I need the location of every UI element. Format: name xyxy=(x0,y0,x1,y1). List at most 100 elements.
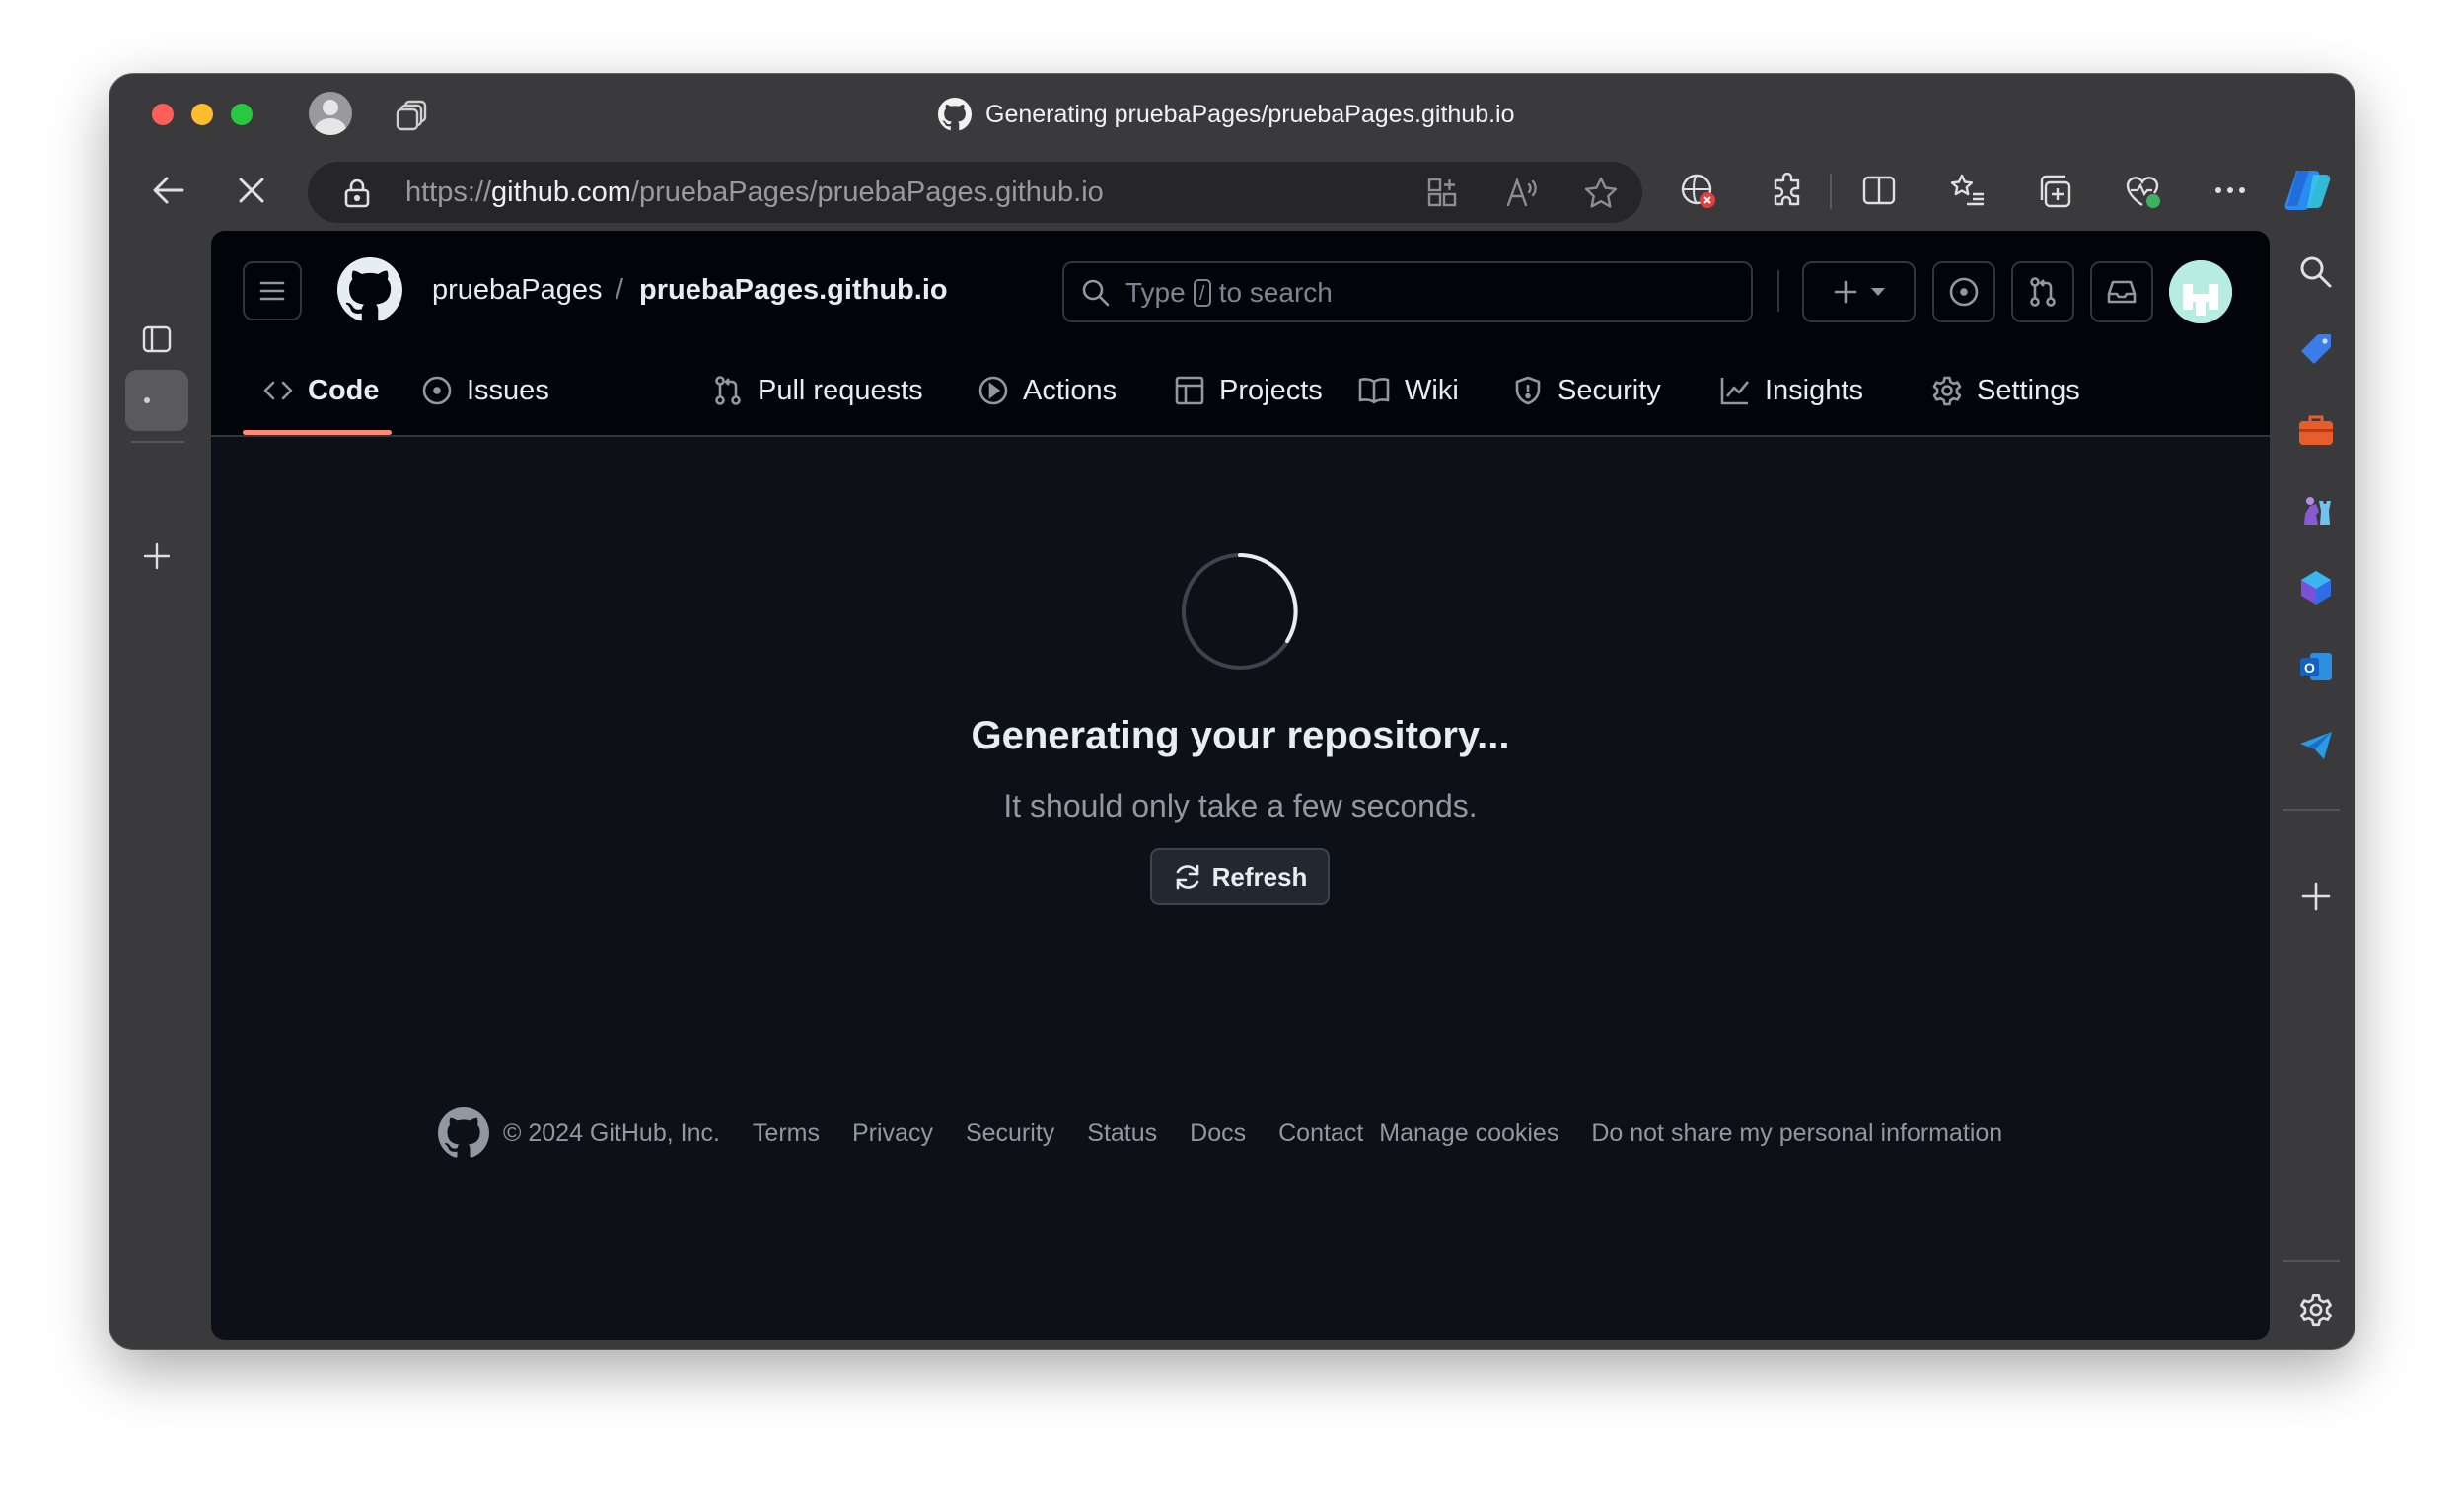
browser-essentials-icon[interactable] xyxy=(2124,173,2163,215)
issues-button[interactable] xyxy=(1932,261,1995,322)
profile-avatar[interactable] xyxy=(309,92,352,135)
shield-icon xyxy=(1515,376,1541,405)
pull-request-icon xyxy=(715,376,741,405)
vertical-tabs-divider xyxy=(131,441,184,443)
close-window-button[interactable] xyxy=(152,104,174,125)
sync-icon xyxy=(1176,864,1198,890)
sidebar-settings-gear-icon[interactable] xyxy=(2292,1286,2340,1333)
shopping-tag-icon[interactable] xyxy=(2292,327,2340,375)
search-input[interactable]: Type / to search xyxy=(1062,261,1753,322)
microsoft-365-icon[interactable] xyxy=(2292,564,2340,611)
play-icon xyxy=(978,376,1008,405)
tab-title-text: Generating pruebaPages/pruebaPages.githu… xyxy=(985,100,1515,128)
user-avatar[interactable] xyxy=(2169,260,2232,323)
favorite-star-icon[interactable] xyxy=(1584,177,1618,213)
tab-code[interactable]: Code xyxy=(262,349,380,432)
search-placeholder: Type / to search xyxy=(1125,277,1333,308)
search-icon xyxy=(1080,277,1112,314)
github-logo-icon[interactable] xyxy=(337,257,402,327)
tab-actions-icon[interactable] xyxy=(394,96,431,138)
footer-link-do-not-share[interactable]: Do not share my personal information xyxy=(1591,1119,2002,1148)
sidebar-bottom-divider xyxy=(2283,1260,2340,1262)
tab-projects[interactable]: Projects xyxy=(1174,349,1323,432)
book-icon xyxy=(1358,378,1390,404)
chevron-down-icon xyxy=(1870,288,1885,296)
inbox-button[interactable] xyxy=(2090,261,2153,322)
header-divider xyxy=(1777,270,1779,312)
toolbar-divider xyxy=(1830,174,1832,209)
repo-owner-link[interactable]: pruebaPages xyxy=(432,274,603,307)
more-options-icon[interactable] xyxy=(2210,173,2250,213)
footer: © 2024 GitHub, Inc. Terms Privacy Securi… xyxy=(438,1107,2002,1159)
sidebar-search-icon[interactable] xyxy=(2292,249,2340,296)
sidebar-add-icon[interactable] xyxy=(2292,873,2340,920)
collections-icon[interactable] xyxy=(2036,173,2073,215)
minimize-window-button[interactable] xyxy=(191,104,213,125)
extensions-puzzle-icon[interactable] xyxy=(1770,172,1805,213)
lock-icon[interactable] xyxy=(343,178,371,213)
plus-icon xyxy=(1834,280,1856,304)
refresh-button[interactable]: Refresh xyxy=(1150,848,1330,905)
code-icon xyxy=(263,381,293,400)
issue-opened-icon xyxy=(422,376,452,405)
github-header: pruebaPages / pruebaPages.github.io Type… xyxy=(211,231,2270,437)
address-bar[interactable]: https://github.com/pruebaPages/pruebaPag… xyxy=(308,162,1642,223)
maximize-window-button[interactable] xyxy=(231,104,253,125)
inbox-icon xyxy=(2107,280,2137,304)
title-bar: Generating pruebaPages/pruebaPages.githu… xyxy=(109,74,2355,153)
stop-loading-button[interactable] xyxy=(234,173,269,213)
active-tab-loading[interactable] xyxy=(125,370,188,431)
footer-link-terms[interactable]: Terms xyxy=(753,1119,820,1148)
vertical-tabs-toggle-icon[interactable] xyxy=(125,309,188,370)
pull-requests-button[interactable] xyxy=(2011,261,2074,322)
sidebar-divider xyxy=(2283,809,2340,811)
issue-opened-icon xyxy=(1949,277,1979,307)
favorites-list-icon[interactable] xyxy=(1949,173,1987,213)
tab-actions[interactable]: Actions xyxy=(978,349,1117,432)
back-button[interactable] xyxy=(147,169,190,217)
breadcrumb-separator: / xyxy=(616,274,624,306)
new-tab-plus-icon[interactable] xyxy=(125,526,188,587)
menu-hamburger-icon[interactable] xyxy=(243,261,302,320)
loading-spinner xyxy=(1180,551,1300,676)
footer-link-docs[interactable]: Docs xyxy=(1190,1119,1246,1148)
url-text[interactable]: https://github.com/pruebaPages/pruebaPag… xyxy=(405,177,1104,209)
pull-request-icon xyxy=(2030,277,2056,307)
search-shortcut-key: / xyxy=(1193,279,1211,307)
create-new-button[interactable] xyxy=(1802,261,1916,322)
footer-link-contact[interactable]: Contact xyxy=(1278,1119,1363,1148)
table-icon xyxy=(1175,376,1204,405)
footer-link-security[interactable]: Security xyxy=(966,1119,1054,1148)
tab-settings[interactable]: Settings xyxy=(1931,349,2080,432)
tab-pull-requests[interactable]: Pull requests xyxy=(712,349,923,432)
github-footer-logo-icon[interactable] xyxy=(438,1107,489,1159)
generating-title: Generating your repository... xyxy=(971,714,1510,757)
github-favicon-icon xyxy=(938,98,972,131)
footer-link-status[interactable]: Status xyxy=(1087,1119,1157,1148)
footer-copyright: © 2024 GitHub, Inc. xyxy=(503,1118,720,1147)
footer-link-privacy[interactable]: Privacy xyxy=(852,1119,933,1148)
app-available-icon[interactable] xyxy=(1426,177,1458,213)
tracking-prevention-icon[interactable] xyxy=(1680,173,1717,215)
split-screen-icon[interactable] xyxy=(1861,173,1897,213)
web-page: pruebaPages / pruebaPages.github.io Type… xyxy=(211,231,2270,1340)
active-tab-underline xyxy=(243,430,392,435)
footer-link-manage-cookies[interactable]: Manage cookies xyxy=(1379,1119,1558,1148)
generating-subtitle: It should only take a few seconds. xyxy=(1003,788,1478,823)
svg-text:O: O xyxy=(2304,660,2315,676)
gear-icon xyxy=(1932,376,1962,406)
graph-icon xyxy=(1720,378,1750,405)
tab-security[interactable]: Security xyxy=(1512,349,1661,432)
tab-wiki[interactable]: Wiki xyxy=(1357,349,1459,432)
repo-name-link[interactable]: pruebaPages.github.io xyxy=(639,274,948,307)
read-aloud-icon[interactable] xyxy=(1505,177,1539,213)
outlook-icon[interactable]: O xyxy=(2292,643,2340,690)
games-chess-icon[interactable] xyxy=(2292,485,2340,533)
tab-insights[interactable]: Insights xyxy=(1719,349,1863,432)
tab-title[interactable]: Generating pruebaPages/pruebaPages.githu… xyxy=(938,98,1515,131)
browser-window: Generating pruebaPages/pruebaPages.githu… xyxy=(109,74,2355,1349)
tools-briefcase-icon[interactable] xyxy=(2292,406,2340,454)
tab-issues[interactable]: Issues xyxy=(421,349,549,432)
drop-send-icon[interactable] xyxy=(2292,722,2340,769)
copilot-icon[interactable] xyxy=(2283,169,2333,217)
